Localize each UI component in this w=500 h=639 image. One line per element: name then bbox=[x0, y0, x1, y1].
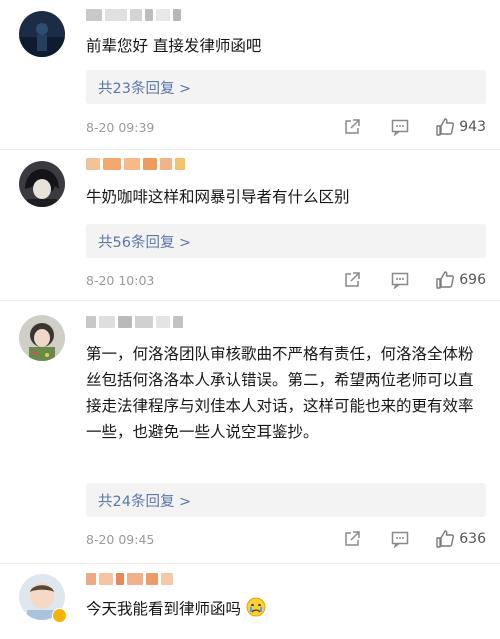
like-icon bbox=[436, 118, 455, 136]
like-button[interactable]: 636 bbox=[435, 529, 486, 549]
avatar[interactable] bbox=[19, 315, 65, 361]
view-replies-button[interactable]: 共24条回复 > bbox=[86, 483, 486, 517]
comment-meta: 8-20 10:03 696 bbox=[86, 270, 486, 292]
comment-meta: 8-20 09:45 636 bbox=[86, 529, 486, 551]
avatar[interactable] bbox=[19, 11, 65, 57]
comment-text: 第一，何洛洛团队审核歌曲不严格有责任，何洛洛全体粉丝包括何洛洛本人承认错误。第二… bbox=[86, 345, 474, 441]
like-count: 943 bbox=[459, 119, 486, 135]
like-button[interactable]: 696 bbox=[435, 270, 486, 290]
comment-meta: 8-20 09:39 943 bbox=[86, 117, 486, 139]
avatar-image bbox=[19, 315, 65, 361]
comment-text: 前辈您好 直接发律师函吧 bbox=[86, 37, 262, 55]
share-icon[interactable] bbox=[343, 271, 361, 289]
username-blurred[interactable] bbox=[86, 8, 181, 22]
comment-text: 牛奶咖啡这样和网暴引导者有什么区别 bbox=[86, 188, 350, 206]
like-count: 696 bbox=[459, 272, 486, 288]
view-replies-button[interactable]: 共56条回复 > bbox=[86, 224, 486, 258]
avatar[interactable] bbox=[19, 161, 65, 207]
comment-text: 今天我能看到律师函吗 bbox=[86, 596, 486, 625]
crying-face-icon bbox=[246, 597, 266, 625]
like-icon bbox=[436, 530, 455, 548]
verified-badge-icon bbox=[52, 608, 67, 623]
view-replies-button[interactable]: 共23条回复 > bbox=[86, 70, 486, 104]
like-button[interactable]: 943 bbox=[435, 117, 486, 137]
like-count: 636 bbox=[459, 531, 486, 547]
divider bbox=[0, 300, 500, 301]
avatar-image bbox=[19, 161, 65, 207]
divider bbox=[0, 149, 500, 150]
share-icon[interactable] bbox=[343, 530, 361, 548]
comment-text-body: 今天我能看到律师函吗 bbox=[86, 600, 242, 618]
comment-icon[interactable] bbox=[391, 530, 409, 548]
timestamp: 8-20 09:45 bbox=[86, 532, 155, 547]
username-blurred[interactable] bbox=[86, 315, 183, 329]
username-blurred[interactable] bbox=[86, 572, 173, 586]
timestamp: 8-20 09:39 bbox=[86, 120, 155, 135]
username-blurred[interactable] bbox=[86, 157, 185, 171]
avatar-image bbox=[19, 11, 65, 57]
comment-icon[interactable] bbox=[391, 271, 409, 289]
share-icon[interactable] bbox=[343, 118, 361, 136]
comment-icon[interactable] bbox=[391, 118, 409, 136]
timestamp: 8-20 10:03 bbox=[86, 273, 155, 288]
divider bbox=[0, 563, 500, 564]
like-icon bbox=[436, 271, 455, 289]
